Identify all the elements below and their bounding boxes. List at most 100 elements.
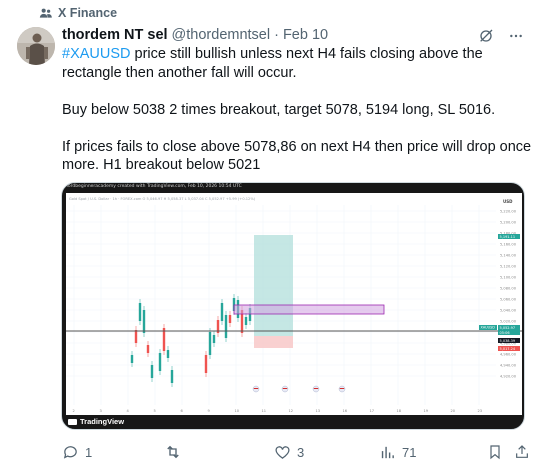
currency-label: USD — [503, 199, 513, 204]
tradingview-logo-icon — [68, 418, 77, 425]
candle-body — [212, 335, 216, 343]
reply-count: 1 — [85, 444, 93, 460]
event-flag-stripe — [253, 388, 259, 389]
candle-body — [130, 355, 134, 363]
share-icon — [513, 443, 531, 461]
tweet-paragraph-3: If prices fails to close above 5078,86 o… — [62, 138, 532, 174]
candle-body — [204, 355, 208, 373]
event-flag-stripe — [339, 388, 345, 389]
candle-body — [142, 310, 146, 333]
bookmark-button[interactable] — [486, 443, 504, 461]
price-tick: 5,020.00 — [500, 320, 517, 324]
like-icon — [273, 443, 291, 461]
price-tag-label: 5,052.97 — [500, 326, 516, 330]
tweet-text: #XAUUSD price still bullish unless next … — [62, 45, 532, 193]
price-tick: 5,120.00 — [500, 265, 517, 269]
reply-button[interactable]: 1 — [61, 443, 92, 461]
time-tick: 23 — [478, 409, 483, 413]
time-tick: 12 — [289, 409, 294, 413]
time-tick: 4 — [127, 409, 130, 413]
purple-rectangle — [233, 304, 385, 315]
event-flag-stripe — [282, 388, 288, 389]
symbol-tag-label: XAUUSD — [481, 326, 496, 330]
tweet-date[interactable]: Feb 10 — [283, 27, 328, 43]
candle-body — [146, 345, 150, 353]
candle-body — [150, 365, 154, 378]
tradingview-brand: TradingView — [68, 417, 124, 426]
candle-body — [220, 303, 224, 321]
time-tick: 19 — [424, 409, 429, 413]
price-tick: 5,060.00 — [500, 298, 517, 302]
time-tick: 9 — [208, 409, 211, 413]
price-tick: 4,920.00 — [500, 375, 517, 379]
tweet-paragraph-1: #XAUUSD price still bullish unless next … — [62, 45, 532, 82]
like-button[interactable]: 3 — [273, 443, 304, 461]
views-icon — [378, 443, 396, 461]
time-tick: 3 — [100, 409, 102, 413]
candle-body — [208, 332, 212, 355]
chart-image[interactable]: nordbeginneracademy created with Trading… — [61, 182, 525, 430]
social-context[interactable]: X Finance — [39, 6, 117, 20]
community-people-icon — [39, 8, 52, 18]
bookmark-icon — [486, 443, 504, 461]
price-tick: 5,080.00 — [500, 287, 517, 291]
candle-body — [138, 303, 142, 321]
price-tick: 4,960.00 — [500, 353, 517, 357]
time-tick: 6 — [181, 409, 184, 413]
candle-body — [224, 315, 228, 338]
avatar[interactable] — [17, 27, 55, 65]
views-button[interactable]: 71 — [378, 443, 416, 461]
candle-body — [170, 370, 174, 383]
price-tick: 5,200.00 — [500, 221, 517, 225]
price-tick: 4,940.00 — [500, 364, 517, 368]
symbol-line: Gold Spot / U.S. Dollar · 1h · FOREX.com… — [69, 197, 256, 201]
share-button[interactable] — [513, 443, 531, 461]
price-tick: 5,140.00 — [500, 254, 517, 258]
tweet-header: thordem NT sel @thordemntsel · Feb 10 — [62, 27, 328, 43]
repost-icon — [164, 443, 182, 461]
chart-caption: nordbeginneracademy created with Trading… — [65, 184, 242, 189]
price-tag-label: 5,017.24 — [500, 347, 516, 351]
context-label: X Finance — [58, 6, 118, 20]
price-tick: 5,100.00 — [500, 276, 517, 280]
price-tick: 5,160.00 — [500, 243, 517, 247]
time-tick: 13 — [316, 409, 321, 413]
candles — [130, 294, 252, 387]
action-bar: 1 3 71 — [61, 443, 531, 463]
hashtag-link[interactable]: #XAUUSD — [62, 46, 131, 62]
grok-icon[interactable] — [477, 27, 495, 45]
price-tick: 5,220.00 — [500, 210, 517, 214]
chart-area: Gold Spot / U.S. Dollar · 1h · FOREX.com… — [66, 193, 522, 415]
economic-events — [252, 385, 346, 393]
more-options-icon[interactable] — [507, 27, 525, 45]
time-tick: 17 — [370, 409, 375, 413]
author-handle[interactable]: @thordemntsel — [172, 27, 271, 43]
price-tag-label: 5,191.11 — [500, 235, 516, 239]
time-tick: 20 — [451, 409, 456, 413]
time-tick: 10 — [235, 409, 240, 413]
time-axis: 2 3 4 5 6 9 10 11 12 13 16 17 18 19 20 23 — [73, 409, 483, 413]
candle-body — [166, 350, 170, 358]
time-tick: 5 — [154, 409, 156, 413]
time-tick: 18 — [397, 409, 402, 413]
event-flag-stripe — [313, 388, 319, 389]
time-tick: 11 — [262, 409, 267, 413]
candle-body — [228, 315, 232, 323]
author-name[interactable]: thordem NT sel — [62, 27, 168, 43]
separator: · — [274, 27, 279, 43]
time-tick: 16 — [343, 409, 348, 413]
candle-body — [158, 353, 162, 371]
profit-zone — [254, 235, 293, 336]
candle-body — [244, 317, 248, 325]
reply-icon — [61, 443, 79, 461]
price-tick: 5,040.00 — [500, 309, 517, 313]
tradingview-chart: Gold Spot / U.S. Dollar · 1h · FOREX.com… — [66, 197, 522, 413]
candle-body — [134, 330, 138, 343]
repost-button[interactable] — [164, 443, 188, 461]
top-icons — [477, 27, 525, 45]
price-tags: 5,191.11 5,052.9705:06 5,038.39 5,017.24 XAU… — [479, 234, 520, 351]
like-count: 3 — [297, 444, 305, 460]
price-tag-label: 5,038.39 — [500, 339, 516, 343]
price-tag-label: 05:06 — [500, 331, 510, 335]
time-tick: 2 — [73, 409, 75, 413]
